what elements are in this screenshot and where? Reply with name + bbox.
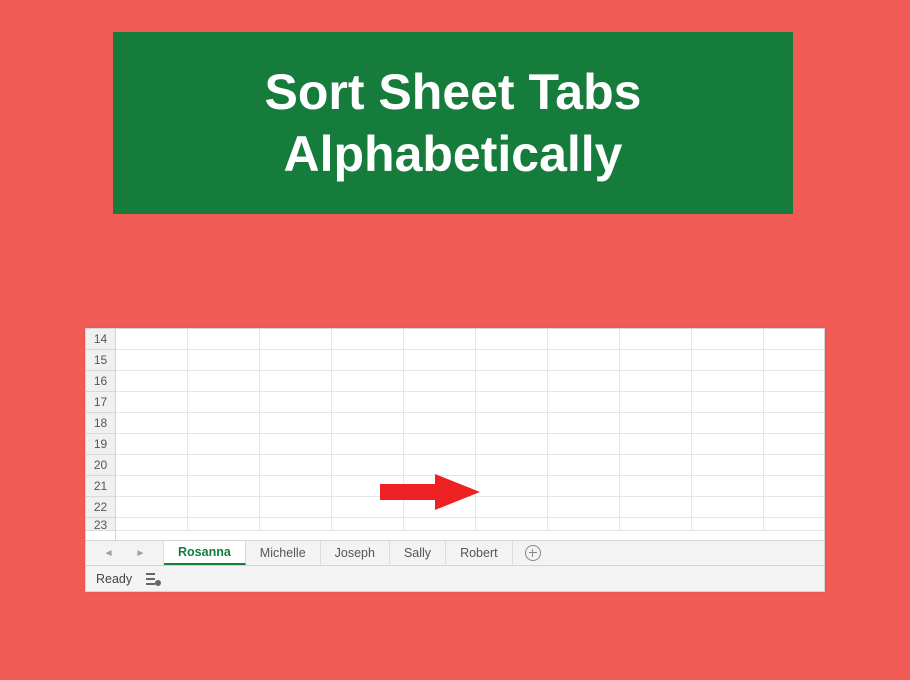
table-row <box>116 392 824 413</box>
table-row <box>116 476 824 497</box>
table-row <box>116 518 824 531</box>
sheet-tab[interactable]: Rosanna <box>164 541 246 565</box>
table-row <box>116 413 824 434</box>
row-header[interactable]: 16 <box>86 371 115 392</box>
row-header[interactable]: 21 <box>86 476 115 497</box>
sheet-tab[interactable]: Robert <box>446 541 513 565</box>
sheet-tab-bar: ◄ ► Rosanna Michelle Joseph Sally Robert <box>86 540 824 565</box>
row-header-gutter: 14 15 16 17 18 19 20 21 22 23 <box>86 329 116 540</box>
row-header[interactable]: 23 <box>86 518 115 531</box>
row-header[interactable]: 14 <box>86 329 115 350</box>
row-header[interactable]: 19 <box>86 434 115 455</box>
title-banner: Sort Sheet Tabs Alphabetically <box>113 32 793 214</box>
row-header[interactable]: 20 <box>86 455 115 476</box>
status-bar: Ready <box>86 565 824 591</box>
row-header[interactable]: 15 <box>86 350 115 371</box>
cells-area[interactable] <box>116 329 824 540</box>
sheet-tabs: Rosanna Michelle Joseph Sally Robert <box>164 541 513 565</box>
table-row <box>116 497 824 518</box>
row-header[interactable]: 18 <box>86 413 115 434</box>
tab-prev-button[interactable]: ◄ <box>104 548 114 559</box>
sheet-tab-label: Robert <box>460 546 498 560</box>
spreadsheet-grid: 14 15 16 17 18 19 20 21 22 23 <box>86 329 824 540</box>
tab-next-button[interactable]: ► <box>136 548 146 559</box>
sheet-tab-label: Joseph <box>335 546 375 560</box>
plus-circle-icon <box>525 545 541 561</box>
table-row <box>116 371 824 392</box>
table-row <box>116 455 824 476</box>
sheet-tab-label: Sally <box>404 546 431 560</box>
table-row <box>116 329 824 350</box>
row-header[interactable]: 22 <box>86 497 115 518</box>
row-header[interactable]: 17 <box>86 392 115 413</box>
sheet-tab-label: Michelle <box>260 546 306 560</box>
page-title: Sort Sheet Tabs Alphabetically <box>113 61 793 186</box>
excel-window: 14 15 16 17 18 19 20 21 22 23 ◄ ► <box>85 328 825 592</box>
table-row <box>116 434 824 455</box>
sheet-tab[interactable]: Sally <box>390 541 446 565</box>
tab-nav-arrows: ◄ ► <box>86 541 164 565</box>
sheet-tab-label: Rosanna <box>178 545 231 559</box>
sheet-tab[interactable]: Michelle <box>246 541 321 565</box>
sheet-tab[interactable]: Joseph <box>321 541 390 565</box>
macro-recorder-icon[interactable] <box>146 573 160 585</box>
new-sheet-button[interactable] <box>513 541 553 565</box>
status-text: Ready <box>96 572 132 586</box>
table-row <box>116 350 824 371</box>
